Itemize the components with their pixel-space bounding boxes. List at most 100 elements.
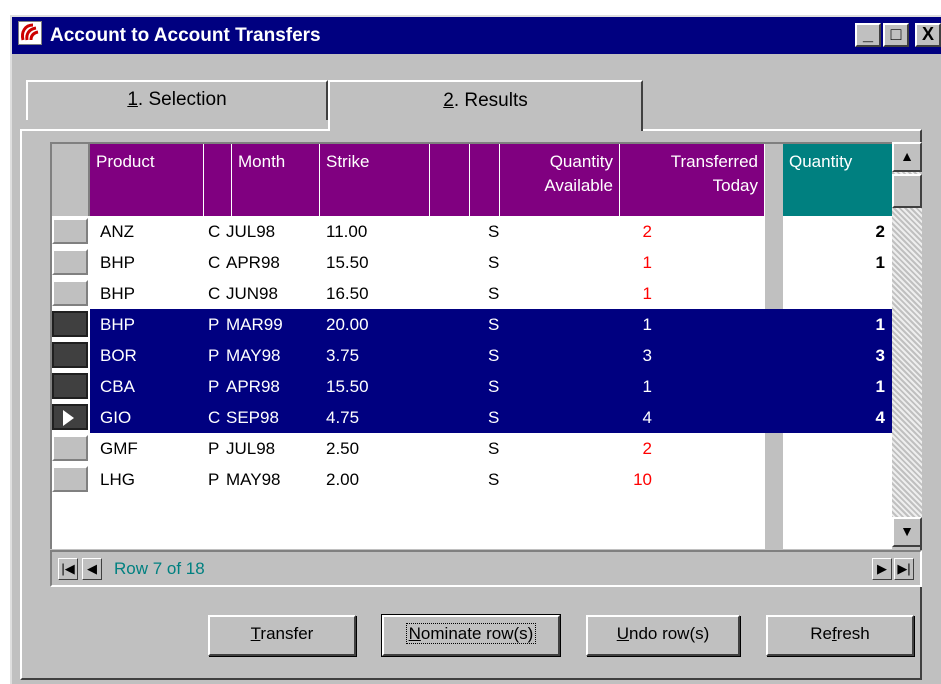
tab-results[interactable]: 2. Results <box>328 80 643 131</box>
undo-rows-button[interactable]: Undo row(s) <box>586 615 740 656</box>
cell-quantity: 3 <box>875 346 885 365</box>
cell-flag: S <box>488 253 500 272</box>
scroll-down-button[interactable]: ▼ <box>892 517 922 547</box>
cell-flag: S <box>488 315 500 334</box>
cell-flag: S <box>488 470 500 489</box>
cell-strike: 3.75 <box>326 346 360 365</box>
tab-results-label: . Results <box>453 90 528 111</box>
cell-month: JUN98 <box>226 284 278 303</box>
last-record-button[interactable]: ▶| <box>894 558 914 580</box>
table-row[interactable]: CBA P APR98 15.50 S 1 1 <box>90 371 892 402</box>
cell-type: C <box>208 284 221 303</box>
row-gap-fill <box>771 371 785 402</box>
table-row[interactable]: BHP P MAR99 20.00 S 1 1 <box>90 309 892 340</box>
header-strike[interactable]: Strike <box>320 144 430 216</box>
cell-strike: 20.00 <box>326 315 369 334</box>
table-row[interactable]: ANZ C JUL98 11.00 S 2 2 <box>90 216 892 247</box>
cell-month: JUL98 <box>226 439 276 458</box>
table-row[interactable]: BOR P MAY98 3.75 S 3 3 <box>90 340 892 371</box>
header-product[interactable]: Product <box>90 144 204 216</box>
title-bar[interactable]: Account to Account Transfers _ □ X <box>12 17 941 54</box>
cell-quantity: 1 <box>875 253 885 272</box>
transfer-mnemonic: T <box>250 624 261 643</box>
cell-quantity: 4 <box>875 408 885 427</box>
prev-record-button[interactable]: ◀ <box>82 558 102 580</box>
cell-quantity-available: 4 <box>642 408 652 427</box>
close-icon: X <box>921 24 934 44</box>
row-selector[interactable] <box>52 466 88 492</box>
cell-product: BHP <box>100 253 135 272</box>
cell-flag: S <box>488 377 500 396</box>
prev-record-icon: ◀ <box>87 561 97 576</box>
cell-quantity-available: 3 <box>642 346 652 365</box>
cell-month: MAY98 <box>226 470 281 489</box>
row-selector[interactable] <box>52 218 88 244</box>
row-position-text: Row 7 of 18 <box>114 559 205 578</box>
cell-month: APR98 <box>226 253 280 272</box>
cell-month: JUL98 <box>226 222 276 241</box>
close-button[interactable]: X <box>915 23 941 47</box>
scroll-thumb[interactable] <box>892 174 922 208</box>
cell-quantity-available: 1 <box>642 253 652 272</box>
table-row[interactable]: GMF P JUL98 2.50 S 2 <box>90 433 892 464</box>
cell-type: P <box>208 315 220 334</box>
cell-product: CBA <box>100 377 135 396</box>
cell-quantity-available: 2 <box>642 439 652 458</box>
header-blank-2[interactable] <box>470 144 500 216</box>
row-selector[interactable] <box>52 342 88 368</box>
nominate-rows-button[interactable]: Nominate row(s) <box>381 614 561 657</box>
row-selector[interactable] <box>52 435 88 461</box>
minimize-button[interactable]: _ <box>855 23 881 47</box>
cell-type: C <box>208 222 221 241</box>
results-grid[interactable]: Product Month Strike Quantity Available … <box>50 142 892 549</box>
header-blank-1[interactable] <box>430 144 470 216</box>
scroll-up-button[interactable]: ▲ <box>892 142 922 172</box>
scroll-up-icon: ▲ <box>900 148 914 164</box>
tab-selection[interactable]: 1. Selection <box>26 80 328 120</box>
cell-product: GIO <box>100 408 132 427</box>
nominate-focus: Nominate row(s) <box>405 623 537 644</box>
transfer-button[interactable]: Transfer <box>208 615 356 656</box>
cell-type: P <box>208 346 220 365</box>
next-record-button[interactable]: ▶ <box>872 558 892 580</box>
cell-quantity: 1 <box>875 315 885 334</box>
header-type[interactable] <box>204 144 232 216</box>
row-gap-fill <box>771 309 785 340</box>
cell-type: P <box>208 377 220 396</box>
last-record-icon: ▶| <box>897 561 911 576</box>
app-logo-icon[interactable] <box>18 21 42 45</box>
scroll-down-icon: ▼ <box>900 523 914 539</box>
row-gap-fill <box>771 402 785 433</box>
cell-quantity-available: 1 <box>642 315 652 334</box>
header-quantity-available[interactable]: Quantity Available <box>500 144 620 216</box>
row-selector[interactable] <box>52 311 88 337</box>
table-row[interactable]: GIO C SEP98 4.75 S 4 4 <box>90 402 892 433</box>
first-record-button[interactable]: |◀ <box>58 558 78 580</box>
refresh-button[interactable]: Refresh <box>766 615 914 656</box>
cell-product: BHP <box>100 284 135 303</box>
maximize-button[interactable]: □ <box>883 23 909 47</box>
cell-type: P <box>208 439 220 458</box>
header-quantity[interactable]: Quantity <box>783 144 892 216</box>
row-selector[interactable] <box>52 249 88 275</box>
header-transferred-today-line1: Transferred <box>670 152 758 171</box>
row-selector[interactable] <box>52 373 88 399</box>
cell-product: ANZ <box>100 222 134 241</box>
tab-selection-mnemonic: 1 <box>127 89 138 110</box>
table-row[interactable]: BHP C JUN98 16.50 S 1 <box>90 278 892 309</box>
row-selector[interactable] <box>52 404 88 430</box>
undo-label: ndo row(s) <box>628 624 710 643</box>
next-record-icon: ▶ <box>877 561 887 576</box>
vertical-scrollbar[interactable]: ▲ ▼ <box>892 142 922 547</box>
cell-strike: 15.50 <box>326 377 369 396</box>
cell-flag: S <box>488 222 500 241</box>
nominate-label: ominate row(s) <box>420 624 534 643</box>
header-transferred-today[interactable]: Transferred Today <box>620 144 765 216</box>
cell-strike: 2.00 <box>326 470 360 489</box>
header-month[interactable]: Month <box>232 144 320 216</box>
transfer-window: Account to Account Transfers _ □ X 1. Se… <box>10 15 941 684</box>
table-row[interactable]: LHG P MAY98 2.00 S 10 <box>90 464 892 495</box>
cell-type: P <box>208 470 220 489</box>
table-row[interactable]: BHP C APR98 15.50 S 1 1 <box>90 247 892 278</box>
row-selector[interactable] <box>52 280 88 306</box>
